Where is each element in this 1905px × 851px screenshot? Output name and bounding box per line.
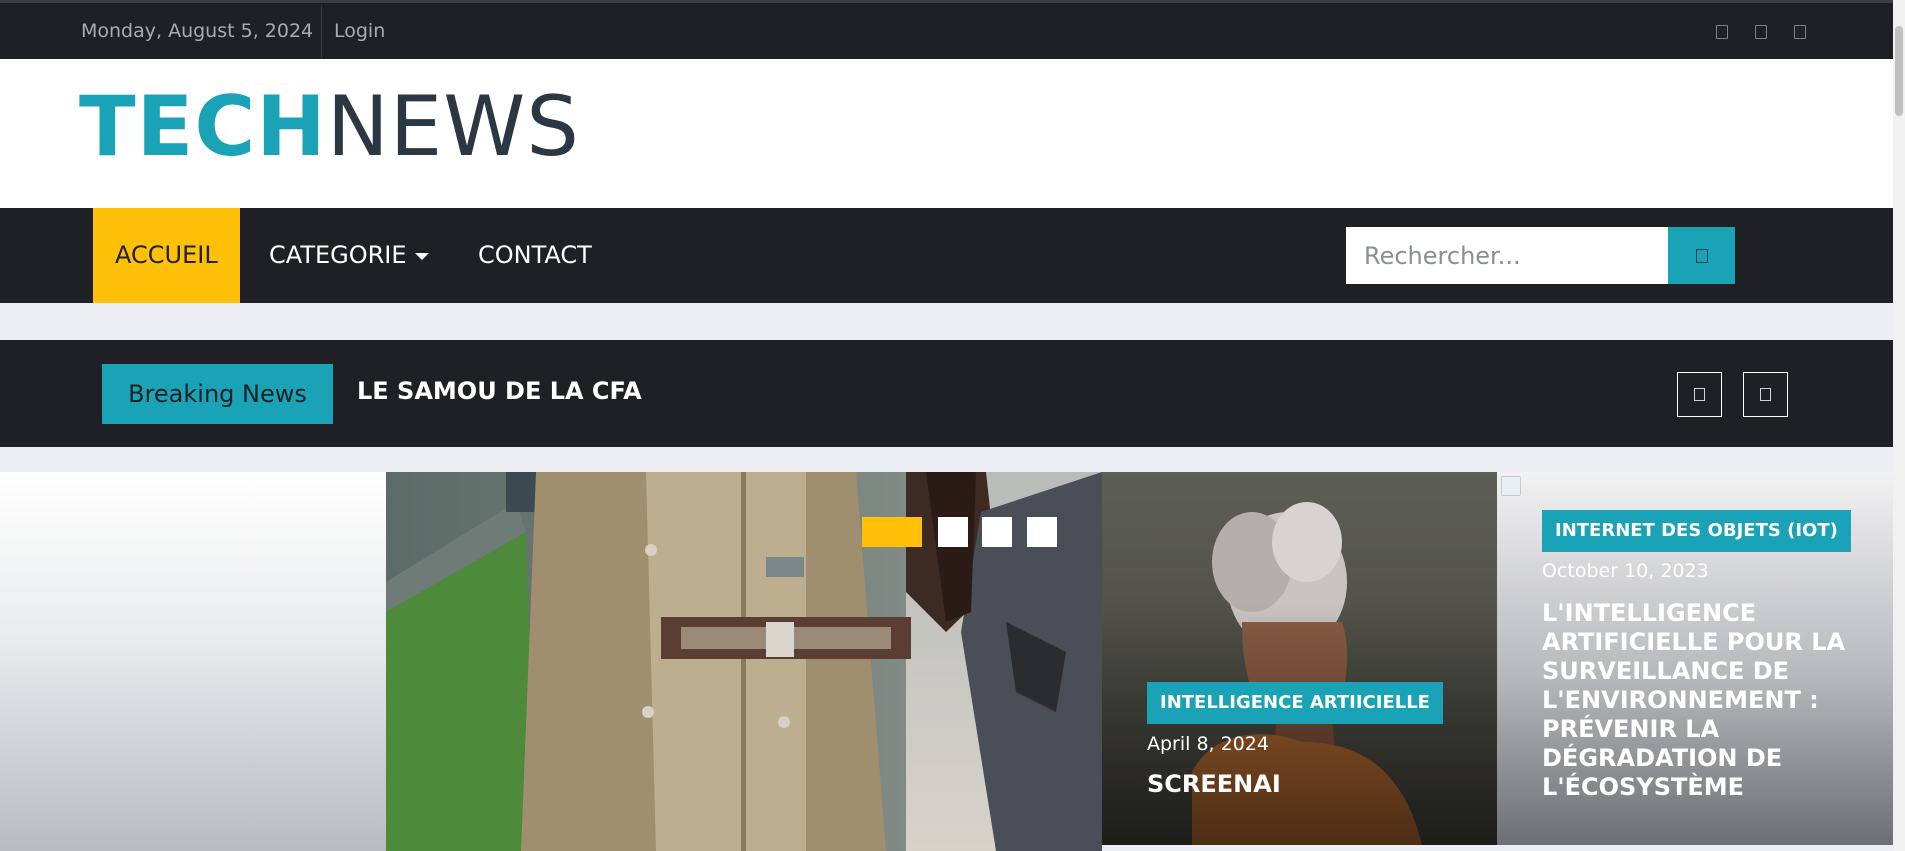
nav-item-label: CATEGORIE xyxy=(269,241,407,269)
nav-item-accueil[interactable]: ACCUEIL xyxy=(93,208,240,303)
logo-tech: TECH xyxy=(79,78,327,175)
chevron-right-icon xyxy=(1760,388,1771,401)
slider-dot-3[interactable] xyxy=(982,517,1012,547)
nav-item-label: CONTACT xyxy=(478,241,592,269)
linkedin-icon[interactable] xyxy=(1794,25,1806,39)
breaking-news-label: Breaking News xyxy=(102,364,333,424)
site-logo[interactable]: TECHNEWS xyxy=(79,85,580,168)
broken-image-icon xyxy=(1501,476,1521,496)
twitter-icon[interactable] xyxy=(1755,25,1767,39)
nav-item-contact[interactable]: CONTACT xyxy=(478,208,592,303)
scrollbar-thumb[interactable] xyxy=(1895,26,1903,116)
news-card[interactable]: INTELLIGENCE ARTIICIELLE April 8, 2024 S… xyxy=(1102,472,1497,845)
current-date: Monday, August 5, 2024 xyxy=(81,20,314,42)
nav-item-label: ACCUEIL xyxy=(115,241,218,269)
caret-down-icon xyxy=(414,252,429,260)
site-header: TECHNEWS xyxy=(0,59,1893,208)
slider-dot-2[interactable] xyxy=(938,517,968,547)
topbar-divider xyxy=(321,6,322,58)
login-link[interactable]: Login xyxy=(334,20,385,42)
nav-item-categorie[interactable]: CATEGORIE xyxy=(269,208,429,303)
card-title[interactable]: SCREENAI xyxy=(1147,770,1281,799)
slider-side-panel xyxy=(0,472,386,851)
category-badge[interactable]: INTERNET DES OBJETS (IOT) xyxy=(1542,510,1851,552)
breaking-headline[interactable]: LE SAMOU DE LA CFA xyxy=(357,377,642,405)
card-title[interactable]: L'INTELLIGENCE ARTIFICIELLE POUR LA SURV… xyxy=(1542,599,1872,802)
search-input[interactable] xyxy=(1346,227,1668,284)
logo-news: NEWS xyxy=(326,78,580,175)
category-badge[interactable]: INTELLIGENCE ARTIICIELLE xyxy=(1147,682,1443,724)
ticker-prev-button[interactable] xyxy=(1677,372,1722,417)
card-date: October 10, 2023 xyxy=(1542,560,1709,582)
chevron-left-icon xyxy=(1694,388,1705,401)
page-scrollbar[interactable] xyxy=(1893,0,1905,851)
ticker-next-button[interactable] xyxy=(1743,372,1788,417)
breaking-news-bar: Breaking News LE SAMOU DE LA CFA xyxy=(0,340,1893,447)
main-nav: ACCUEIL CATEGORIE CONTACT xyxy=(0,208,1893,303)
search-icon xyxy=(1696,249,1708,263)
slider-dot-4[interactable] xyxy=(1027,517,1057,547)
facebook-icon[interactable] xyxy=(1716,25,1728,39)
news-card[interactable]: INTERNET DES OBJETS (IOT) October 10, 20… xyxy=(1497,472,1893,845)
top-bar: Monday, August 5, 2024 Login xyxy=(0,0,1893,59)
card-date: April 8, 2024 xyxy=(1147,733,1269,755)
search-button[interactable] xyxy=(1668,227,1735,284)
slider-dot-1[interactable] xyxy=(862,517,922,547)
